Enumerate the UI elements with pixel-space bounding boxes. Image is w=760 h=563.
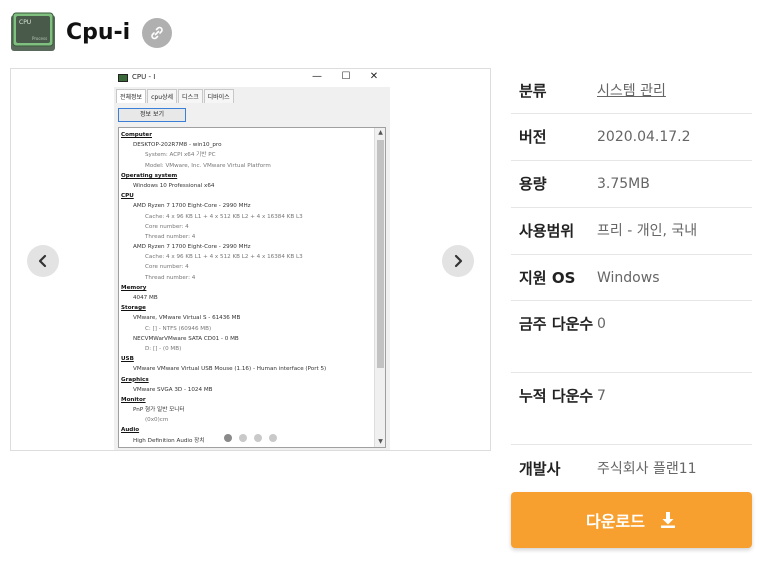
info-label: 금주 다운수: [519, 315, 594, 333]
info-line: System: ACPI x64 기반 PC: [145, 152, 216, 159]
info-value: 2020.04.17.2: [597, 129, 691, 145]
info-label: 사용범위: [519, 222, 575, 240]
info-row: 누적 다운수 7: [511, 373, 752, 445]
info-line: 4047 MB: [133, 295, 158, 301]
info-line: Cache: 4 x 96 KB L1 + 4 x 512 KB L2 + 4 …: [145, 213, 303, 220]
info-line: Core number: 4: [145, 264, 189, 271]
info-section-heading: Monitor: [121, 396, 146, 403]
slide-dot[interactable]: [269, 434, 277, 442]
info-label: 버전: [519, 128, 547, 146]
info-line: Windows 10 Professional x64: [133, 182, 215, 189]
screenshot-gallery: CPU - I — ☐ ✕ 전체정보 cpu상세 디스크 디바이스 정보 보기 …: [10, 68, 491, 451]
download-icon: [660, 512, 675, 528]
info-row: 분류 시스템 관리: [511, 68, 752, 114]
window-info-list: Computer DESKTOP-202R7M8 - win10_pro Syste…: [118, 127, 386, 448]
info-label: 용량: [519, 175, 547, 193]
info-row: 지원 OS Windows: [511, 255, 752, 301]
scroll-down-icon: ▼: [378, 438, 383, 445]
info-label: 지원 OS: [519, 268, 576, 287]
info-line: Model: VMware, Inc. VMware Virtual Platf…: [145, 162, 271, 169]
info-line: (0x0)cm: [145, 417, 169, 424]
download-button[interactable]: 다운로드: [511, 492, 752, 548]
slide-dot[interactable]: [239, 434, 247, 442]
info-line: Thread number: 4: [145, 274, 196, 281]
next-slide-button[interactable]: [442, 245, 474, 277]
info-lines: Computer DESKTOP-202R7M8 - win10_pro Syste…: [121, 130, 373, 446]
window-tab: 디바이스: [203, 89, 234, 103]
info-section-heading: USB: [121, 356, 134, 363]
cpu-chip-icon: CPU Process: [11, 12, 55, 51]
info-label: 누적 다운수: [519, 387, 594, 405]
info-line: Cache: 4 x 96 KB L1 + 4 x 512 KB L2 + 4 …: [145, 254, 303, 261]
category-link[interactable]: 시스템 관리: [597, 79, 752, 103]
svg-text:Process: Process: [32, 36, 47, 41]
info-line: D: [] - (0 MB): [145, 345, 182, 352]
page-title: Cpu-i: [66, 20, 131, 45]
window-tab: 디스크: [178, 89, 203, 103]
info-section-heading: CPU: [121, 193, 134, 200]
info-label: 개발사: [519, 459, 561, 478]
window-titlebar: CPU - I — ☐ ✕: [114, 69, 390, 87]
window-info-button: 정보 보기: [118, 108, 186, 122]
info-value: 주식회사 플랜11: [597, 460, 697, 477]
info-row: 버전 2020.04.17.2: [511, 114, 752, 161]
link-icon: [151, 26, 163, 40]
minimize-icon: —: [312, 71, 322, 82]
info-line: VMware VMware Virtual USB Mouse (1.16) -…: [133, 366, 327, 373]
window-tab: 전체정보: [116, 89, 147, 103]
screenshot-image: CPU - I — ☐ ✕ 전체정보 cpu상세 디스크 디바이스 정보 보기 …: [114, 69, 390, 450]
info-line: PnP 형가 일반 모니터: [133, 407, 185, 414]
close-icon: ✕: [369, 71, 379, 82]
info-row: 개발사 주식회사 플랜11: [511, 445, 752, 492]
info-row: 금주 다운수 0: [511, 301, 752, 373]
info-line: NECVMWarVMware SATA CD01 - 0 MB: [133, 335, 239, 342]
info-section-heading: Storage: [121, 305, 146, 312]
info-row: 용량 3.75MB: [511, 161, 752, 208]
window-tabs: 전체정보 cpu상세 디스크 디바이스: [116, 89, 235, 103]
slide-dot[interactable]: [224, 434, 232, 442]
window-title: CPU - I: [132, 73, 156, 81]
info-value: 3.75MB: [597, 176, 650, 192]
info-line: Core number: 4: [145, 223, 189, 230]
info-line: AMD Ryzen 7 1700 Eight-Core - 2990 MHz: [133, 203, 251, 210]
info-line: DESKTOP-202R7M8 - win10_pro: [133, 142, 222, 149]
window-tab: cpu상세: [147, 89, 178, 103]
window-scrollbar: ▲ ▼: [374, 128, 385, 447]
info-label: 분류: [519, 81, 547, 100]
info-line: VMware, VMware Virtual S - 61436 MB: [133, 315, 241, 322]
info-section-heading: Graphics: [121, 376, 149, 383]
info-value: 프리 - 개인, 국내: [597, 223, 698, 239]
app-info-table: 분류 시스템 관리버전 2020.04.17.2 용량 3.75MB 사용범위 프리 - 개…: [511, 68, 752, 492]
info-section-heading: Memory: [121, 284, 147, 291]
copy-link-button[interactable]: [142, 18, 172, 48]
scroll-up-icon: ▲: [378, 129, 383, 136]
info-section-heading: Computer: [121, 132, 152, 138]
info-row: 사용범위 프리 - 개인, 국내: [511, 208, 752, 255]
info-line: AMD Ryzen 7 1700 Eight-Core - 2990 MHz: [133, 244, 251, 251]
slide-indicator: [224, 434, 277, 442]
info-value: 7: [597, 388, 606, 404]
chevron-right-icon: [454, 254, 463, 268]
info-line: Thread number: 4: [145, 233, 196, 240]
info-line: C: [] - NTFS (60946 MB): [145, 325, 212, 332]
scroll-thumb: [377, 140, 384, 368]
info-line: VMware SVGA 3D - 1024 MB: [133, 386, 213, 393]
download-label: 다운로드: [586, 512, 645, 531]
app-logo: CPU Process: [10, 12, 56, 52]
slide-dot[interactable]: [254, 434, 262, 442]
window-app-icon: [118, 74, 128, 82]
svg-text:CPU: CPU: [19, 19, 31, 26]
info-section-heading: Operating system: [121, 172, 178, 179]
info-value: 0: [597, 316, 606, 332]
maximize-icon: ☐: [341, 71, 351, 82]
prev-slide-button[interactable]: [27, 245, 59, 277]
chevron-left-icon: [38, 254, 47, 268]
info-value: Windows: [597, 269, 660, 286]
